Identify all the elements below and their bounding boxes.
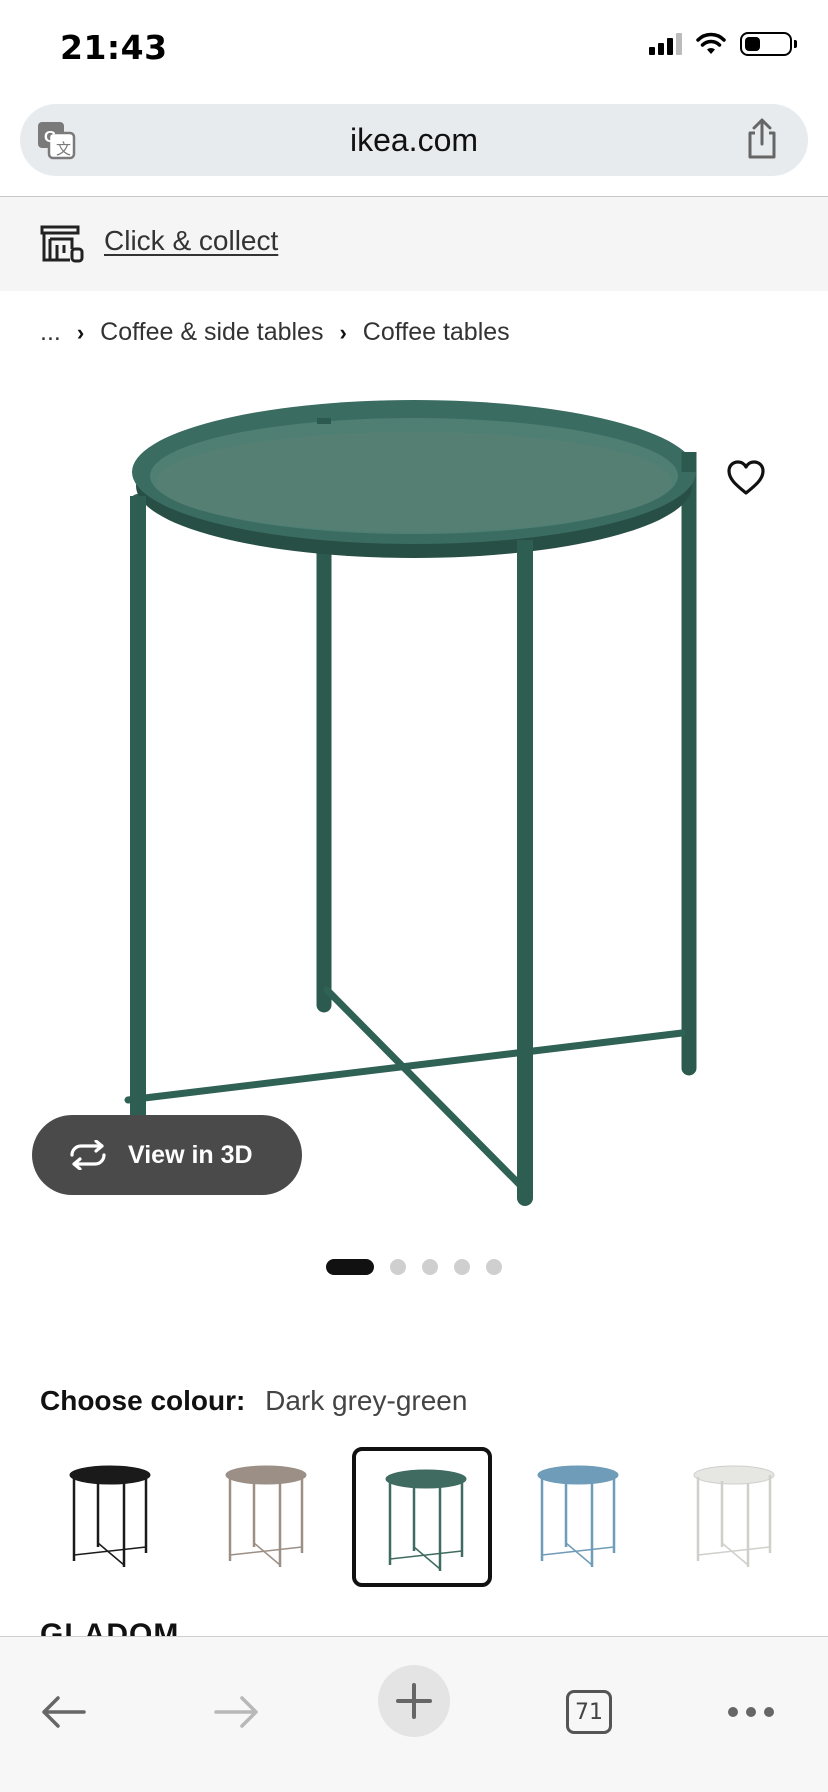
click-collect-link[interactable]: Click & collect xyxy=(104,225,278,257)
breadcrumb-item-coffee-side-tables[interactable]: Coffee & side tables xyxy=(100,318,323,347)
colour-swatch[interactable] xyxy=(352,1447,492,1587)
view-in-3d-button[interactable]: View in 3D xyxy=(32,1115,302,1195)
table-thumbnail-icon xyxy=(537,1465,619,1567)
share-icon[interactable] xyxy=(744,118,780,160)
table-thumbnail-icon xyxy=(225,1465,307,1567)
colour-chooser-heading: Choose colour: Dark grey-green xyxy=(40,1385,467,1417)
chevron-right-icon: › xyxy=(76,319,85,345)
colour-swatch[interactable] xyxy=(40,1447,180,1587)
colour-swatch[interactable] xyxy=(664,1447,804,1587)
tabs-icon: 71 xyxy=(566,1690,612,1734)
battery-icon xyxy=(740,32,797,56)
carousel-dot[interactable] xyxy=(390,1259,406,1275)
status-time: 21:43 xyxy=(60,28,168,67)
browser-toolbar: 71 xyxy=(0,1636,828,1792)
table-thumbnail-icon xyxy=(69,1465,151,1567)
plus-icon xyxy=(396,1683,432,1719)
forward-button[interactable] xyxy=(202,1677,272,1747)
heart-icon[interactable] xyxy=(726,458,766,498)
more-icon xyxy=(728,1707,774,1717)
colour-swatch[interactable] xyxy=(196,1447,336,1587)
product-name: GLADOM xyxy=(40,1618,180,1638)
tabs-button[interactable]: 71 xyxy=(554,1677,624,1747)
breadcrumb-ellipsis[interactable]: ... xyxy=(40,318,61,347)
carousel-dot[interactable] xyxy=(422,1259,438,1275)
more-button[interactable] xyxy=(716,1677,786,1747)
new-tab-button[interactable] xyxy=(378,1665,450,1737)
table-thumbnail-icon xyxy=(693,1465,775,1567)
status-bar: 21:43 xyxy=(0,0,828,100)
breadcrumb: ... › Coffee & side tables › Coffee tabl… xyxy=(40,318,510,347)
back-button[interactable] xyxy=(28,1677,98,1747)
colour-swatch[interactable] xyxy=(508,1447,648,1587)
table-thumbnail-icon xyxy=(385,1469,467,1571)
rotate-3d-icon xyxy=(70,1140,106,1170)
cellular-signal-icon xyxy=(649,33,682,55)
carousel-dot[interactable] xyxy=(486,1259,502,1275)
wifi-icon xyxy=(696,32,726,54)
carousel-dot[interactable] xyxy=(326,1259,374,1275)
url-text[interactable]: ikea.com xyxy=(20,122,808,159)
status-icons xyxy=(649,32,797,56)
chevron-right-icon: › xyxy=(339,319,347,345)
view-in-3d-label: View in 3D xyxy=(128,1140,253,1169)
carousel-dot[interactable] xyxy=(454,1259,470,1275)
product-image[interactable] xyxy=(100,400,720,1220)
address-bar[interactable]: G 文 ikea.com xyxy=(20,104,808,176)
click-collect-bar: Click & collect xyxy=(0,197,828,291)
breadcrumb-item-coffee-tables[interactable]: Coffee tables xyxy=(363,318,510,347)
selected-colour-value: Dark grey-green xyxy=(265,1385,468,1416)
back-arrow-icon xyxy=(42,1696,86,1728)
colour-swatches xyxy=(40,1447,800,1587)
forward-arrow-icon xyxy=(214,1696,258,1728)
colour-label: Choose colour: xyxy=(40,1385,246,1416)
carousel-dots[interactable] xyxy=(326,1259,502,1275)
store-icon xyxy=(40,225,84,263)
